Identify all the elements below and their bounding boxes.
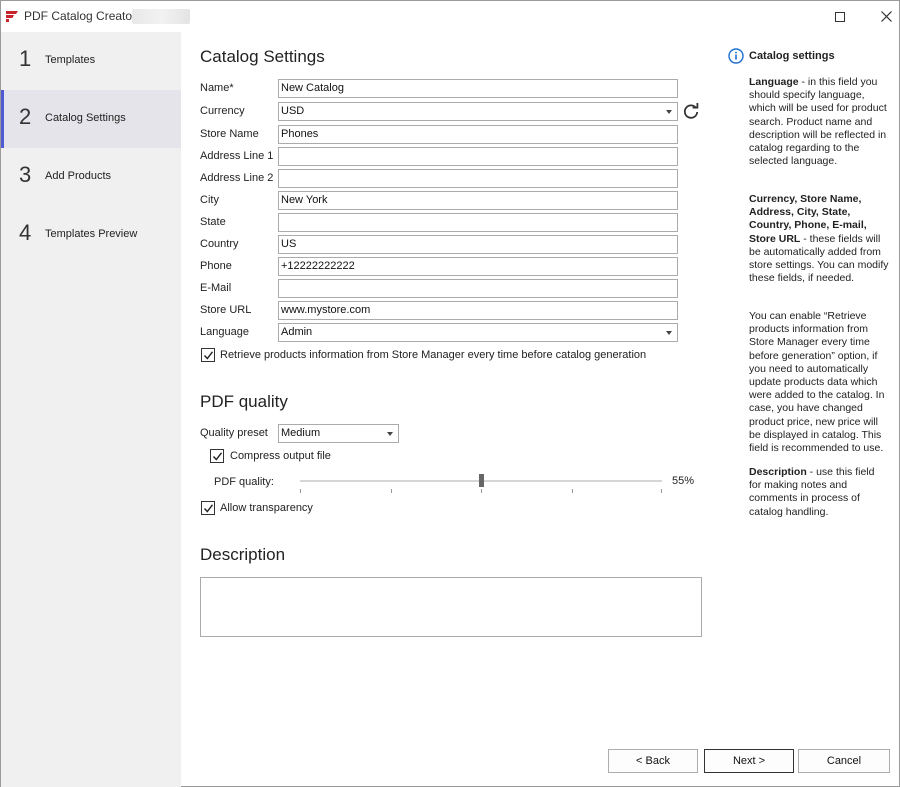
step-label: Catalog Settings	[45, 112, 126, 124]
step-number: 2	[19, 104, 32, 129]
help-language-text: - in this field you should specify langu…	[749, 76, 887, 168]
allow-transparency-checkbox[interactable]	[201, 501, 215, 515]
help-description-paragraph: Description - use this field for making …	[749, 466, 889, 519]
chevron-down-icon	[387, 432, 393, 436]
step-add-products[interactable]: 3 Add Products	[1, 148, 181, 206]
title-version-blurred	[132, 9, 190, 24]
help-title: Catalog settings	[749, 50, 835, 62]
step-templates[interactable]: 1 Templates	[1, 32, 181, 90]
checkmark-icon	[203, 504, 214, 513]
address-line-1-input[interactable]	[278, 147, 678, 166]
step-label: Add Products	[45, 170, 112, 182]
help-retrieve-paragraph: You can enable “Retrieve products inform…	[749, 310, 885, 455]
pdf-quality-title: PDF quality	[200, 392, 288, 411]
currency-label: Currency	[200, 105, 245, 117]
pdf-quality-value: 55%	[672, 475, 695, 487]
slider-tick	[300, 489, 301, 493]
help-language-term: Language	[749, 76, 799, 88]
retrieve-products-label: Retrieve products information from Store…	[220, 349, 647, 361]
quality-preset-value: Medium	[281, 427, 321, 439]
phone-label: Phone	[200, 260, 232, 272]
description-textarea[interactable]	[200, 577, 702, 637]
store-url-input[interactable]: www.mystore.com	[278, 301, 678, 320]
country-label: Country	[200, 238, 239, 250]
retrieve-products-checkbox[interactable]	[201, 348, 215, 362]
close-button[interactable]	[863, 1, 900, 32]
slider-tick	[572, 489, 573, 493]
pdf-quality-slider-label: PDF quality:	[214, 476, 274, 488]
close-icon	[880, 9, 892, 25]
language-select[interactable]: Admin	[278, 323, 678, 342]
city-label: City	[200, 194, 219, 206]
state-label: State	[200, 216, 226, 228]
currency-value: USD	[281, 105, 305, 117]
compress-output-checkbox[interactable]	[210, 449, 224, 463]
wizard-sidebar: 1 Templates 2 Catalog Settings 3 Add Pro…	[1, 32, 181, 787]
chevron-down-icon	[666, 110, 672, 114]
slider-tick	[481, 489, 482, 493]
name-label: Name*	[200, 82, 234, 94]
email-label: E-Mail	[200, 282, 232, 294]
address-line-2-label: Address Line 2	[200, 172, 274, 184]
phone-input[interactable]: +12222222222	[278, 257, 678, 276]
address-line-2-input[interactable]	[278, 169, 678, 188]
step-label: Templates Preview	[45, 228, 138, 240]
step-number: 4	[19, 220, 32, 245]
pdf-quality-slider-thumb[interactable]	[479, 474, 484, 487]
chevron-down-icon	[666, 331, 672, 335]
step-label: Templates	[45, 54, 96, 66]
language-label: Language	[200, 326, 249, 338]
help-fields-paragraph: Currency, Store Name, Address, City, Sta…	[749, 193, 889, 285]
quality-preset-label: Quality preset	[200, 427, 268, 439]
city-input[interactable]: New York	[278, 191, 678, 210]
cancel-button[interactable]: Cancel	[798, 749, 890, 773]
store-name-input[interactable]: Phones	[278, 125, 678, 144]
email-input[interactable]	[278, 279, 678, 298]
quality-preset-select[interactable]: Medium	[278, 424, 399, 443]
step-number: 1	[19, 46, 32, 71]
app-window: PDF Catalog Creator 1 Templates 2 Catalo…	[0, 0, 900, 787]
currency-select[interactable]: USD	[278, 102, 678, 121]
active-step-indicator	[1, 90, 4, 148]
title-bar: PDF Catalog Creator	[1, 1, 899, 32]
maximize-button[interactable]	[817, 1, 863, 32]
slider-tick	[391, 489, 392, 493]
checkmark-icon	[203, 351, 214, 360]
back-button[interactable]: < Back	[608, 749, 698, 773]
slider-tick	[661, 489, 662, 493]
app-logo-icon	[5, 10, 19, 23]
info-icon	[728, 48, 744, 64]
language-value: Admin	[281, 326, 313, 338]
description-title: Description	[200, 545, 286, 564]
name-input[interactable]: New Catalog	[278, 79, 678, 98]
help-description-term: Description	[749, 466, 807, 478]
country-input[interactable]: US	[278, 235, 678, 254]
address-line-1-label: Address Line 1	[200, 150, 274, 162]
checkmark-icon	[212, 452, 223, 461]
window-title: PDF Catalog Creator	[24, 9, 137, 23]
catalog-settings-title: Catalog Settings	[200, 47, 325, 66]
allow-transparency-label: Allow transparency	[220, 502, 313, 514]
next-button[interactable]: Next >	[704, 749, 794, 773]
step-number: 3	[19, 162, 32, 187]
step-catalog-settings[interactable]: 2 Catalog Settings	[1, 90, 181, 148]
compress-output-label: Compress output file	[230, 450, 331, 462]
refresh-icon[interactable]	[682, 102, 700, 120]
help-language-paragraph: Language - in this field you should spec…	[749, 76, 889, 168]
store-name-label: Store Name	[200, 128, 259, 140]
maximize-icon	[835, 11, 845, 22]
store-url-label: Store URL	[200, 304, 252, 316]
step-templates-preview[interactable]: 4 Templates Preview	[1, 206, 181, 264]
state-input[interactable]	[278, 213, 678, 232]
